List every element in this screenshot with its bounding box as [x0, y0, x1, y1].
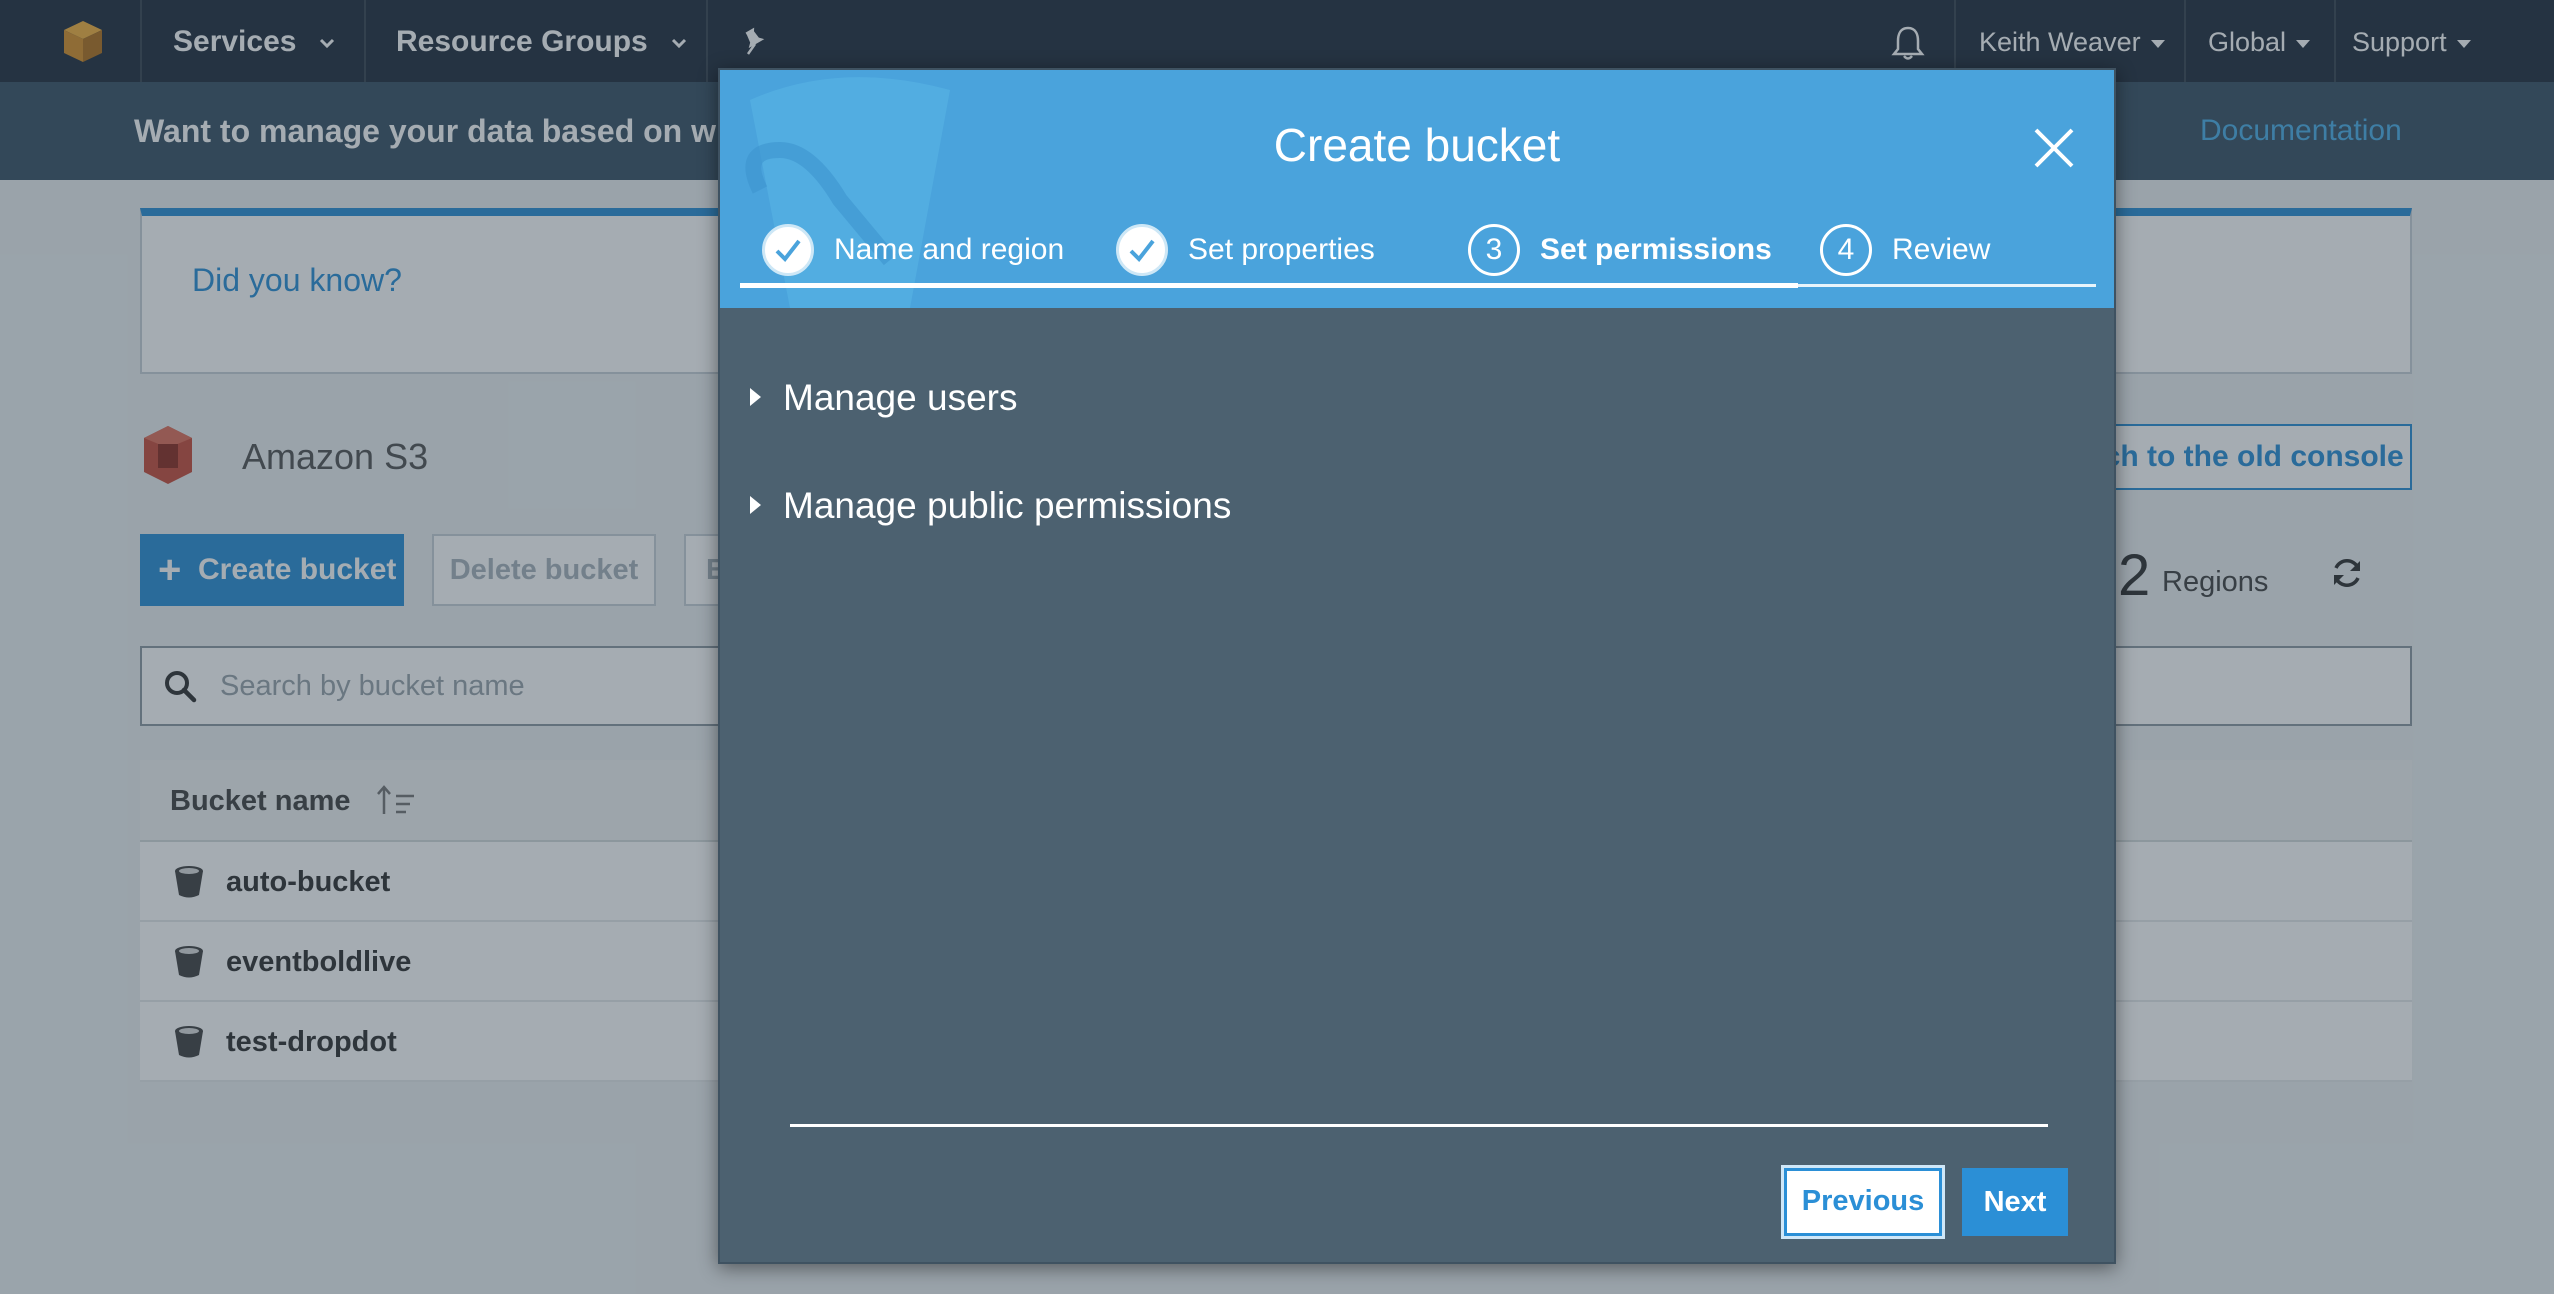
manage-public-permissions-section[interactable]: Manage public permissions — [750, 476, 1231, 536]
step-label: Review — [1892, 233, 1991, 266]
step-label: Set properties — [1188, 233, 1375, 266]
dialog-header: Create bucket Name and region Set proper… — [720, 70, 2114, 308]
dialog-title: Create bucket — [1273, 119, 1561, 171]
create-bucket-dialog: Create bucket Name and region Set proper… — [718, 68, 2116, 1264]
caret-right-icon — [750, 496, 761, 515]
step-number: 3 — [1468, 224, 1520, 276]
close-icon[interactable] — [2032, 126, 2076, 170]
previous-button[interactable]: Previous — [1784, 1168, 1942, 1236]
section-label: Manage public permissions — [783, 485, 1232, 526]
step-label: Set permissions — [1540, 233, 1772, 266]
next-button[interactable]: Next — [1962, 1168, 2068, 1236]
section-label: Manage users — [783, 377, 1018, 418]
step-label: Name and region — [834, 233, 1065, 266]
steps-progress-line — [740, 283, 2096, 288]
steps-progress-active — [740, 283, 1798, 288]
footer-divider — [790, 1124, 2048, 1127]
caret-right-icon — [750, 388, 761, 407]
check-icon — [762, 224, 814, 276]
step-number: 4 — [1820, 224, 1872, 276]
check-icon — [1116, 224, 1168, 276]
manage-users-section[interactable]: Manage users — [750, 368, 1017, 428]
